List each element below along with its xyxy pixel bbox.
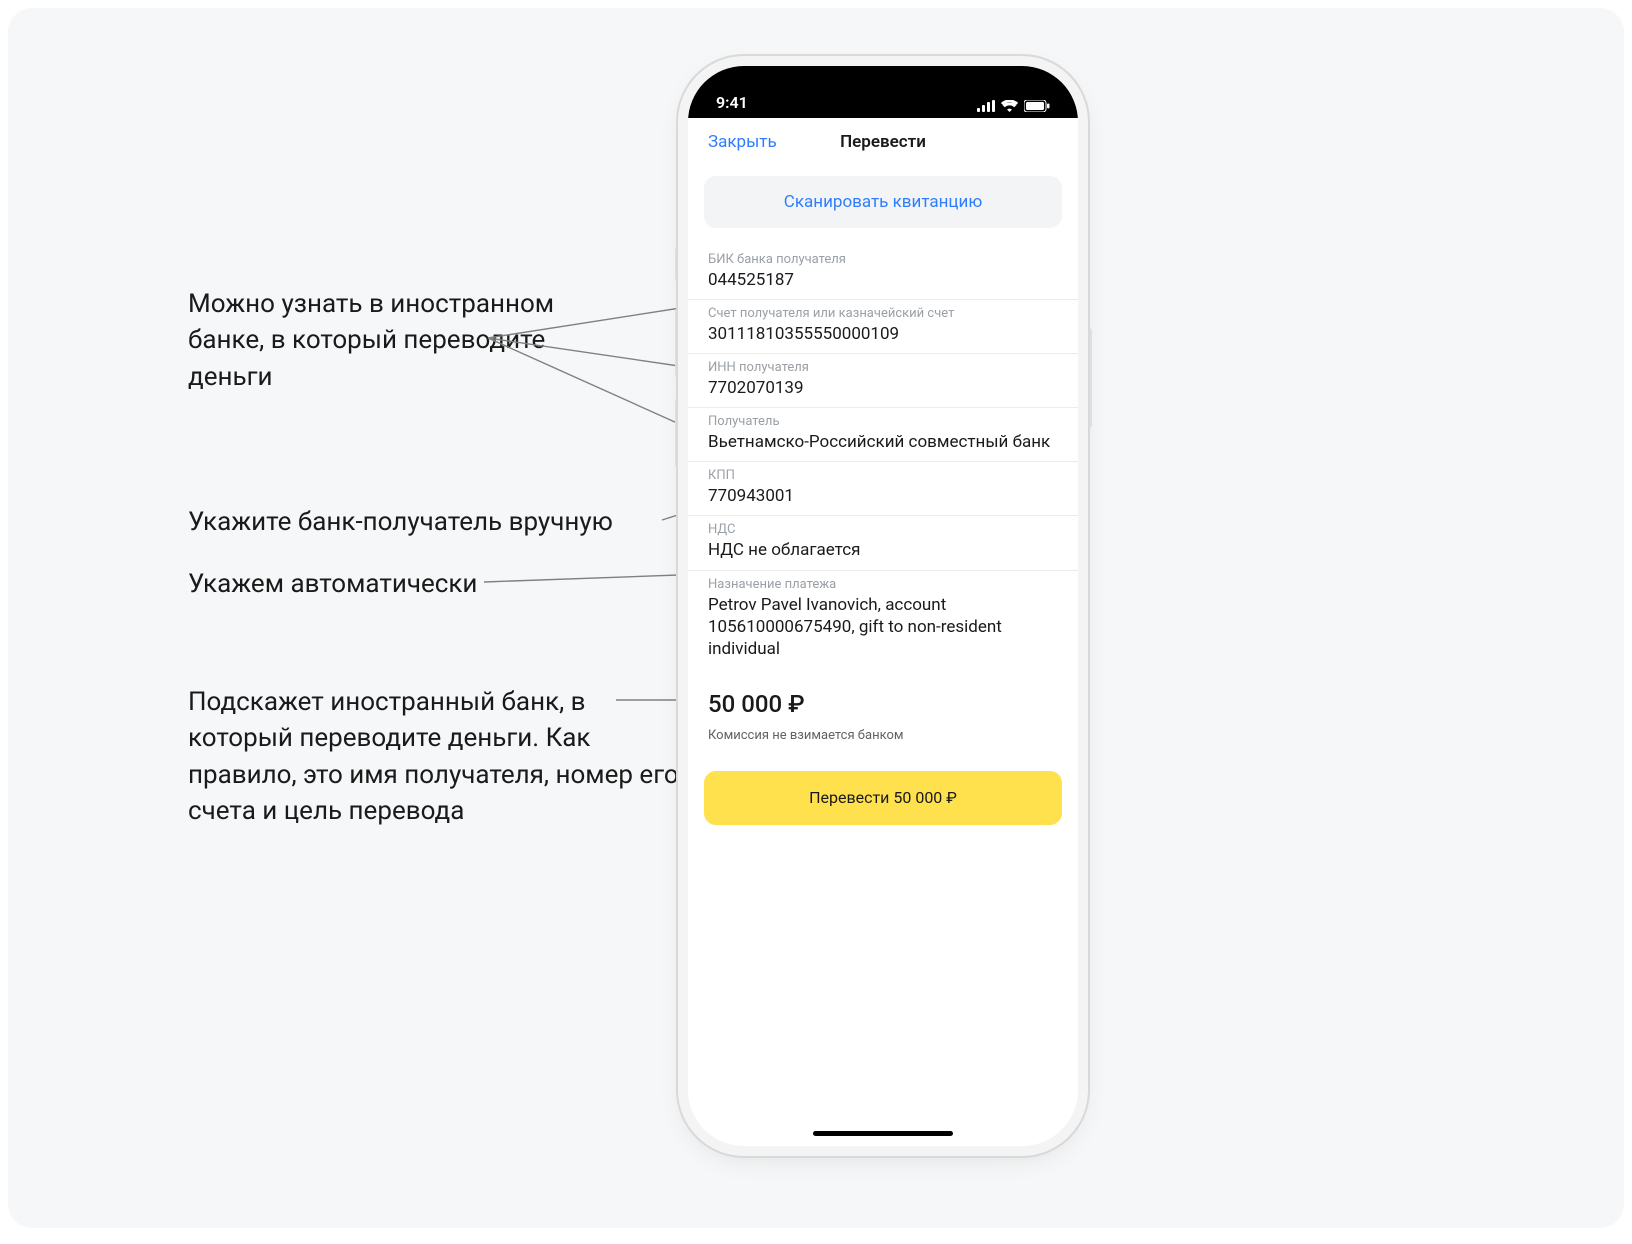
annotation-payee: Укажите банк-получатель вручную <box>188 504 688 540</box>
home-indicator[interactable] <box>813 1131 953 1136</box>
field-purpose[interactable]: Назначение платежа Petrov Pavel Ivanovic… <box>688 571 1078 668</box>
field-payee-label: Получатель <box>708 414 1058 429</box>
illustration-canvas: Можно узнать в иностранном банке, в кото… <box>8 8 1624 1228</box>
cellular-icon <box>977 100 995 112</box>
phone-side-button <box>1086 328 1092 428</box>
field-vat[interactable]: НДС НДС не облагается <box>688 516 1078 570</box>
field-account-label: Счет получателя или казначейский счет <box>708 306 1058 321</box>
phone-frame: 9:41 Закрыть Перевести Сканировать квита… <box>688 66 1078 1146</box>
transfer-button[interactable]: Перевести 50 000 ₽ <box>704 771 1062 825</box>
status-time: 9:41 <box>716 93 748 112</box>
annotation-bik-account-inn: Можно узнать в иностранном банке, в кото… <box>188 286 568 395</box>
field-vat-label: НДС <box>708 522 1058 537</box>
phone-side-button <box>675 246 681 282</box>
field-kpp-value: 770943001 <box>708 485 1058 507</box>
app-screen: Закрыть Перевести Сканировать квитанцию … <box>688 118 1078 1146</box>
field-inn-value: 7702070139 <box>708 377 1058 399</box>
phone-side-button <box>675 398 681 468</box>
close-button[interactable]: Закрыть <box>708 132 777 152</box>
field-kpp-label: КПП <box>708 468 1058 483</box>
field-account[interactable]: Счет получателя или казначейский счет 30… <box>688 300 1078 354</box>
annotation-kpp: Укажем автоматически <box>188 566 688 602</box>
page-title: Перевести <box>840 132 926 152</box>
battery-icon <box>1024 100 1050 112</box>
amount-display[interactable]: 50 000 ₽ <box>688 668 1078 724</box>
notch <box>793 66 973 98</box>
field-inn[interactable]: ИНН получателя 7702070139 <box>688 354 1078 408</box>
field-bik-value: 044525187 <box>708 269 1058 291</box>
field-kpp[interactable]: КПП 770943001 <box>688 462 1078 516</box>
annotation-purpose: Подскажет иностранный банк, в который пе… <box>188 684 688 830</box>
field-bik[interactable]: БИК банка получателя 044525187 <box>688 246 1078 300</box>
field-account-value: 30111810355550000109 <box>708 323 1058 345</box>
status-bar: 9:41 <box>688 66 1078 118</box>
field-payee[interactable]: Получатель Вьетнамско-Российский совмест… <box>688 408 1078 462</box>
field-payee-value: Вьетнамско-Российский совместный банк <box>708 431 1058 453</box>
wifi-icon <box>1001 100 1018 112</box>
nav-bar: Закрыть Перевести <box>688 118 1078 166</box>
field-inn-label: ИНН получателя <box>708 360 1058 375</box>
field-purpose-label: Назначение платежа <box>708 577 1058 592</box>
scan-receipt-button[interactable]: Сканировать квитанцию <box>704 176 1062 228</box>
field-vat-value: НДС не облагается <box>708 539 1058 561</box>
field-bik-label: БИК банка получателя <box>708 252 1058 267</box>
phone-side-button <box>675 308 681 378</box>
fee-note: Комиссия не взимается банком <box>688 724 1078 743</box>
field-purpose-value: Petrov Pavel Ivanovich, account 10561000… <box>708 594 1058 660</box>
